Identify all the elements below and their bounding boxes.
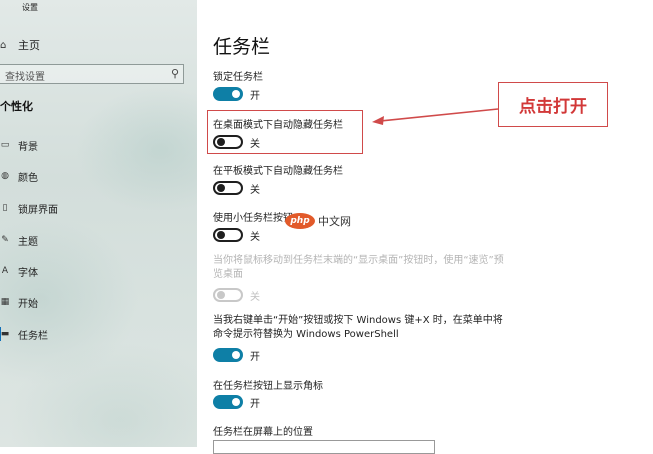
sidebar-item-colors[interactable]: ◍ 颜色 — [0, 167, 38, 185]
toggle-lock-taskbar[interactable] — [213, 87, 243, 101]
palette-icon: ◍ — [1, 171, 9, 181]
toggle-state: 开 — [250, 399, 260, 410]
sidebar-item-themes[interactable]: ✎ 主题 — [0, 231, 38, 249]
toggle-state: 关 — [250, 185, 260, 196]
toggle-state: 关 — [250, 139, 260, 150]
setting-label-taskbar-location: 任务栏在屏幕上的位置 — [213, 427, 313, 438]
setting-label-powershell: 当我右键单击“开始”按钮或按下 Windows 键+X 时，在菜单中将命令提示符… — [213, 315, 503, 340]
toggle-state: 关 — [250, 292, 260, 303]
setting-label-small-buttons: 使用小任务栏按钮 — [213, 213, 293, 224]
sidebar-item-lock-screen[interactable]: ▯ 锁屏界面 — [0, 199, 58, 217]
font-icon: A — [1, 266, 9, 276]
lock-screen-icon: ▯ — [2, 203, 8, 213]
toggle-powershell[interactable] — [213, 348, 243, 362]
page-title: 任务栏 — [213, 36, 271, 58]
sidebar-item-label: 字体 — [18, 267, 38, 279]
taskbar-settings-pane: 任务栏 锁定任务栏 开 在桌面模式下自动隐藏任务栏 关 在平板模式下自动隐藏任务… — [197, 0, 653, 454]
toggle-state: 开 — [250, 352, 260, 363]
watermark-logo: php — [285, 213, 315, 229]
toggle-autohide-tablet[interactable] — [213, 181, 243, 195]
annotation-callout: 点击打开 — [498, 82, 608, 127]
nav-home-label: 主页 — [18, 39, 40, 52]
start-icon: ▦ — [0, 297, 10, 307]
toggle-autohide-desktop[interactable] — [213, 135, 243, 149]
toggle-peek — [213, 288, 243, 302]
setting-label-badges: 在任务栏按钮上显示角标 — [213, 381, 323, 392]
app-title: 设置 — [22, 3, 38, 12]
home-icon: ⌂ — [0, 39, 7, 51]
setting-label-lock-taskbar: 锁定任务栏 — [213, 72, 263, 83]
taskbar-location-dropdown[interactable] — [213, 440, 435, 454]
sidebar-item-taskbar[interactable]: ▬ 任务栏 — [0, 325, 48, 343]
watermark: php 中文网 — [285, 213, 351, 229]
theme-icon: ✎ — [1, 235, 9, 245]
search-placeholder: 查找设置 — [5, 72, 45, 83]
sidebar-item-label: 背景 — [18, 141, 38, 153]
picture-icon: ▭ — [0, 140, 10, 150]
callout-text: 点击打开 — [519, 97, 587, 117]
nav-home[interactable]: ⌂ 主页 — [0, 36, 40, 54]
sidebar-item-start[interactable]: ▦ 开始 — [0, 293, 38, 311]
sidebar-item-label: 锁屏界面 — [18, 204, 58, 216]
annotation-arrow — [372, 108, 499, 125]
taskbar-icon: ▬ — [0, 329, 10, 339]
sidebar-item-label: 主题 — [18, 236, 38, 248]
settings-sidebar: 设置 ⌂ 主页 查找设置 ⚲ 个性化 ▭ 背景 ◍ 颜色 ▯ 锁屏界面 ✎ 主题… — [0, 0, 197, 447]
section-title: 个性化 — [0, 100, 33, 113]
toggle-small-buttons[interactable] — [213, 228, 243, 242]
toggle-state: 开 — [250, 91, 260, 102]
sidebar-item-label: 开始 — [18, 298, 38, 310]
watermark-text: 中文网 — [318, 215, 351, 228]
sidebar-item-background[interactable]: ▭ 背景 — [0, 136, 38, 154]
sidebar-item-fonts[interactable]: A 字体 — [0, 262, 38, 280]
setting-label-peek: 当你将鼠标移动到任务栏末端的“显示桌面”按钮时，使用“速览”预览桌面 — [213, 255, 504, 280]
setting-label-autohide-tablet: 在平板模式下自动隐藏任务栏 — [213, 166, 343, 177]
setting-label-autohide-desktop: 在桌面模式下自动隐藏任务栏 — [213, 120, 343, 131]
sidebar-item-label: 颜色 — [18, 172, 38, 184]
search-input[interactable]: 查找设置 ⚲ — [0, 64, 184, 84]
sidebar-item-label: 任务栏 — [18, 330, 48, 342]
search-icon: ⚲ — [170, 67, 179, 80]
toggle-badges[interactable] — [213, 395, 243, 409]
toggle-state: 关 — [250, 232, 260, 243]
